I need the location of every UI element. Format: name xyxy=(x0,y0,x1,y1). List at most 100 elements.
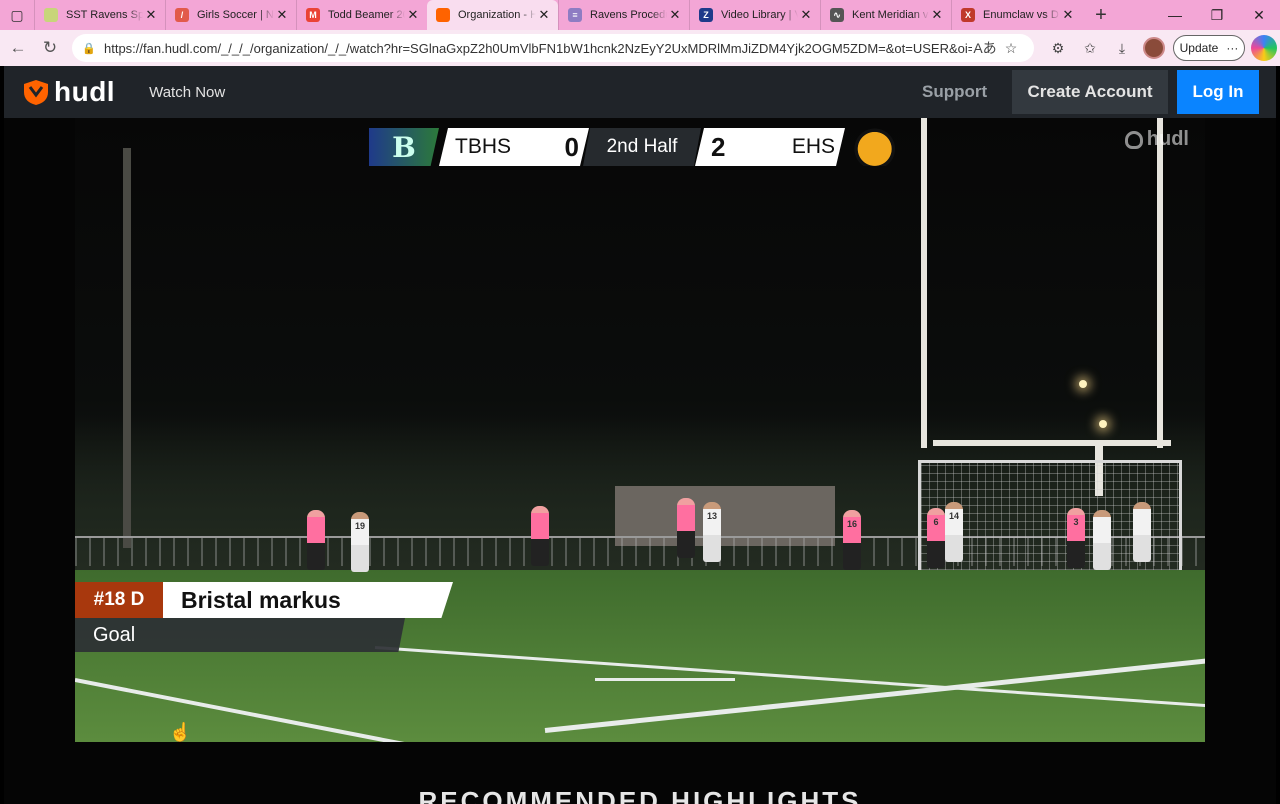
browser-tab[interactable]: / Girls Soccer | N ✕ xyxy=(165,0,296,30)
browser-tools: ⚙ ✩ ⤓ Update ··· xyxy=(1042,34,1277,62)
window-controls: — ❐ ✕ xyxy=(1154,0,1280,30)
player-pink: 6 xyxy=(927,508,945,568)
browser-tab[interactable]: X Enumclaw vs D ✕ xyxy=(951,0,1082,30)
tab-close-icon[interactable]: ✕ xyxy=(1060,7,1076,23)
back-icon[interactable]: ← xyxy=(2,32,34,64)
browser-tab[interactable]: SST Ravens Spri ✕ xyxy=(34,0,165,30)
browser-tab[interactable]: ∿ Kent Meridian vs ✕ xyxy=(820,0,951,30)
jersey-number: 6 xyxy=(933,517,939,527)
restore-icon[interactable]: ❐ xyxy=(1196,0,1238,30)
page-content: 19 13 14 16 6 3 B TBHS 0 2nd Half 2 EHS … xyxy=(4,118,1276,804)
tab-close-icon[interactable]: ✕ xyxy=(667,7,683,23)
browser-tab[interactable]: Z Video Library | V ✕ xyxy=(689,0,820,30)
tab-close-icon[interactable]: ✕ xyxy=(798,7,814,23)
goalpost-left xyxy=(921,118,927,448)
tab-title: Todd Beamer 20 xyxy=(328,9,405,21)
copilot-icon[interactable] xyxy=(1251,35,1277,61)
jersey-number: 14 xyxy=(948,511,959,521)
player-white xyxy=(1093,510,1111,570)
tab-close-icon[interactable]: ✕ xyxy=(274,7,290,23)
player-pink xyxy=(307,510,325,570)
player-name: Bristal markus xyxy=(163,582,453,618)
tab-favicon-icon xyxy=(436,8,450,22)
tab-title: Kent Meridian vs xyxy=(852,9,929,21)
hudl-watermark-text: hudl xyxy=(1146,128,1189,150)
tab-close-icon[interactable]: ✕ xyxy=(405,7,421,23)
tab-close-icon[interactable]: ✕ xyxy=(929,7,945,23)
lock-icon[interactable]: 🔒 xyxy=(82,42,96,55)
update-button[interactable]: Update ··· xyxy=(1173,35,1245,61)
home-team-logo: B xyxy=(369,128,439,166)
tab-favicon-icon: ≡ xyxy=(568,8,582,22)
tab-favicon-icon: X xyxy=(961,8,975,22)
tab-close-icon[interactable]: ✕ xyxy=(536,7,552,23)
address-bar[interactable]: 🔒 https://fan.hudl.com/_/_/_/organizatio… xyxy=(72,34,1034,62)
hudl-logo[interactable]: hudl xyxy=(22,76,115,108)
tab-title: Video Library | V xyxy=(721,9,798,21)
more-icon: ··· xyxy=(1226,41,1239,55)
player-white: 19 xyxy=(351,512,369,572)
section-heading: RECOMMENDED HIGHLIGHTS xyxy=(418,786,862,804)
hudl-watermark: hudl xyxy=(1124,128,1189,151)
tab-close-icon[interactable]: ✕ xyxy=(143,7,159,23)
player-white xyxy=(1133,502,1151,562)
update-label: Update xyxy=(1179,41,1219,55)
home-team-panel: TBHS 0 xyxy=(439,128,589,166)
close-window-icon[interactable]: ✕ xyxy=(1238,0,1280,30)
player-number-badge: #18 D xyxy=(75,582,163,618)
away-team-logo xyxy=(845,128,911,166)
tab-title: Ravens Procedu xyxy=(590,9,667,21)
tab-title: SST Ravens Spri xyxy=(66,9,143,21)
home-team-score: 0 xyxy=(564,131,579,162)
stadium-light xyxy=(1079,380,1087,388)
tab-list: SST Ravens Spri ✕ / Girls Soccer | N ✕ M Todd … xyxy=(34,0,1082,30)
watch-now-link[interactable]: Watch Now xyxy=(149,84,225,101)
hand-cursor-icon: ☝ xyxy=(169,722,192,742)
browser-tab[interactable]: M Todd Beamer 20 ✕ xyxy=(296,0,427,30)
jersey-number: 3 xyxy=(1073,517,1079,527)
player-white: 14 xyxy=(945,502,963,562)
tab-actions-icon[interactable]: ▢ xyxy=(0,0,34,30)
light-pole xyxy=(123,148,131,548)
player-pink: 16 xyxy=(843,510,861,570)
read-aloud-icon[interactable]: Aあ xyxy=(972,38,998,58)
field-line xyxy=(595,678,735,681)
url-text[interactable]: https://fan.hudl.com/_/_/_/organization/… xyxy=(104,41,972,56)
tab-title: Organization - H xyxy=(458,9,536,21)
player-pink xyxy=(531,506,549,566)
log-in-button[interactable]: Log In xyxy=(1177,70,1259,114)
hudl-header: hudl Watch Now Support Create Account Lo… xyxy=(4,66,1276,118)
goalpost-right xyxy=(1157,118,1163,448)
minimize-icon[interactable]: — xyxy=(1154,0,1196,30)
game-period: 2nd Half xyxy=(583,128,701,166)
jersey-number: 19 xyxy=(354,521,365,531)
hudl-logo-icon xyxy=(24,80,48,105)
tab-favicon-icon: / xyxy=(175,8,189,22)
create-account-button[interactable]: Create Account xyxy=(1012,70,1168,114)
tab-favicon-icon xyxy=(44,8,58,22)
browser-tab[interactable]: ≡ Ravens Procedu ✕ xyxy=(558,0,689,30)
stadium-light xyxy=(1099,420,1107,428)
home-team-name: TBHS xyxy=(455,135,512,158)
refresh-icon[interactable]: ↻ xyxy=(34,32,66,64)
away-team-score: 2 xyxy=(711,131,726,162)
tab-favicon-icon: ∿ xyxy=(830,8,844,22)
browser-toolbar: ← ↻ 🔒 https://fan.hudl.com/_/_/_/organiz… xyxy=(0,30,1280,66)
jersey-number: 16 xyxy=(846,519,857,529)
profile-avatar[interactable] xyxy=(1143,37,1165,59)
home-team-logo-letter: B xyxy=(392,130,416,164)
lower-third: #18 D Bristal markus xyxy=(75,582,453,618)
new-tab-icon[interactable]: + xyxy=(1086,4,1116,27)
player-white: 13 xyxy=(703,502,721,562)
event-label: Goal xyxy=(75,618,405,652)
downloads-icon[interactable]: ⤓ xyxy=(1106,40,1138,57)
away-team-panel: 2 EHS xyxy=(695,128,845,166)
player-pink xyxy=(677,498,695,558)
favorite-star-icon[interactable]: ☆ xyxy=(998,40,1024,57)
support-link[interactable]: Support xyxy=(922,66,987,118)
browser-tab[interactable]: Organization - H ✕ xyxy=(427,0,558,30)
video-player[interactable]: 19 13 14 16 6 3 B TBHS 0 2nd Half 2 EHS … xyxy=(75,118,1205,742)
extensions-icon[interactable]: ⚙ xyxy=(1042,40,1074,57)
favorites-icon[interactable]: ✩ xyxy=(1074,40,1106,57)
goalpost-crossbar xyxy=(933,440,1171,446)
